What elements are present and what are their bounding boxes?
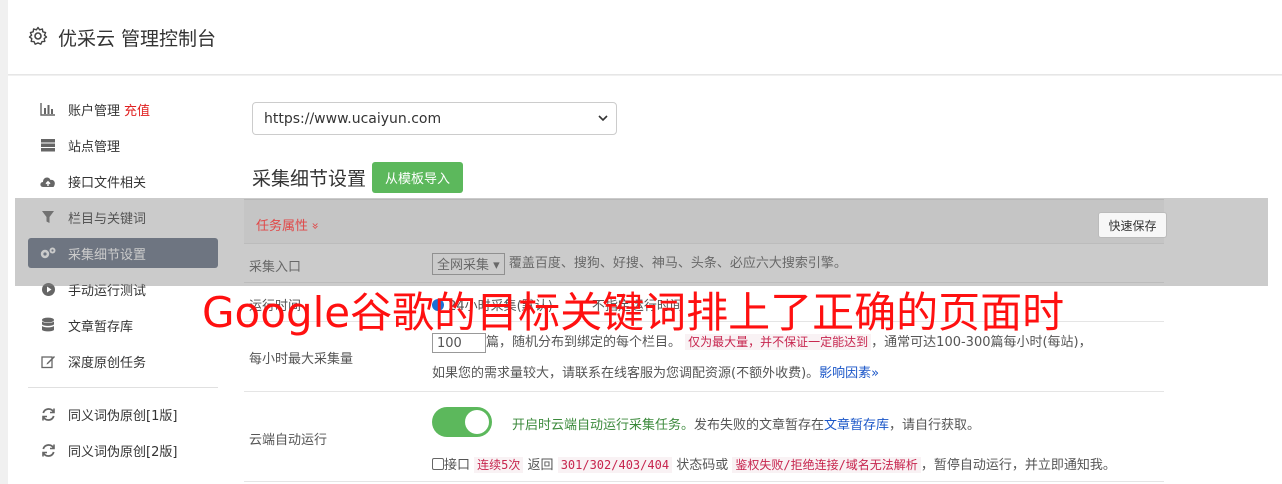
sidebar-item-label: 同义词伪原创[2版] — [68, 444, 178, 460]
sidebar-item-article-storage[interactable]: 文章暂存库 — [28, 310, 218, 340]
api-text-5: ，暂停自动运行，并立即通知我。 — [920, 458, 1116, 473]
import-template-button[interactable]: 从模板导入 — [372, 162, 464, 193]
chevron-down-icon — [598, 115, 608, 122]
page-title: 优采云 管理控制台 — [58, 28, 217, 50]
task-attr-header[interactable]: 任务属性 » — [256, 215, 323, 234]
cloud-run-green-text: 开启时云端自动运行采集任务。 — [512, 418, 695, 433]
overlay-banner-text: Google谷歌的目标关键词排上了正确的页面时 — [202, 288, 1065, 337]
main-panel: https://www.ucaiyun.com 采集细节设置 从模板导入 — [252, 102, 1172, 193]
bar-chart-icon — [39, 101, 57, 117]
refresh-icon — [39, 442, 57, 458]
api-code-3: 鉴权失败/拒绝连接/域名无法解析 — [732, 457, 921, 473]
server-icon — [39, 137, 57, 153]
api-text-3: 返回 — [527, 458, 554, 473]
edit-icon — [39, 353, 57, 369]
api-label: 接口 — [444, 458, 471, 473]
sidebar-item-label: 站点管理 — [68, 139, 121, 155]
gear-icon — [28, 26, 48, 45]
quick-save-button[interactable]: 快速保存 — [1098, 212, 1167, 238]
api-checkbox[interactable] — [432, 458, 444, 470]
section-title: 采集细节设置 — [252, 168, 367, 190]
sidebar-item-label: 深度原创任务 — [68, 355, 147, 371]
api-code-2: 301/302/403/404 — [557, 457, 673, 473]
sidebar-item-sites[interactable]: 站点管理 — [28, 130, 218, 160]
sidebar-item-label: 同义词伪原创[1版] — [68, 408, 178, 424]
sidebar-item-synonym-v1[interactable]: 同义词伪原创[1版] — [28, 399, 218, 429]
api-text-4: 状态码或 — [676, 458, 729, 473]
cloud-upload-icon — [39, 173, 57, 189]
recharge-link[interactable]: 充值 — [124, 100, 150, 119]
cloud-run-label: 云端自动运行 — [249, 433, 328, 448]
section-header: 采集细节设置 从模板导入 — [252, 162, 1172, 193]
sidebar-item-deep-original[interactable]: 深度原创任务 — [28, 346, 218, 376]
cloud-run-text2: ，请自行获取。 — [889, 418, 981, 433]
overlay-band — [15, 198, 1268, 286]
top-bar: 优采云 管理控制台 — [8, 0, 1282, 75]
sidebar-item-label: 账户管理 — [68, 103, 121, 119]
sidebar-item-label: 文章暂存库 — [68, 319, 134, 335]
database-icon — [39, 317, 57, 333]
api-code-1: 连续5次 — [474, 457, 524, 473]
sidebar-item-synonym-v2[interactable]: 同义词伪原创[2版] — [28, 435, 218, 465]
cloud-run-toggle[interactable] — [432, 407, 492, 437]
sidebar-item-interface-files[interactable]: 接口文件相关 — [28, 166, 218, 196]
site-select[interactable]: https://www.ucaiyun.com — [252, 102, 617, 135]
task-attr-label: 任务属性 — [256, 219, 309, 234]
site-select-value: https://www.ucaiyun.com — [264, 110, 442, 127]
article-storage-link[interactable]: 文章暂存库 — [824, 418, 889, 433]
cloud-run-row: 云端自动运行 开启时云端自动运行采集任务。发布失败的文章暂存在文章暂存库，请自行… — [244, 392, 1164, 482]
sidebar-item-label: 接口文件相关 — [68, 175, 147, 191]
max-per-hour-text3: 如果您的需求量较大，请联系在线客服为您调配资源(不额外收费)。 — [432, 366, 820, 381]
cloud-run-desc: 开启时云端自动运行采集任务。发布失败的文章暂存在文章暂存库，请自行获取。 — [512, 414, 980, 433]
cloud-run-text1: 发布失败的文章暂存在 — [694, 418, 825, 433]
sidebar-item-account[interactable]: 账户管理 充值 — [28, 94, 218, 124]
sidebar-divider — [28, 387, 218, 388]
cloud-run-api-line: 接口 连续5次 返回 301/302/403/404 状态码或 鉴权失败/拒绝连… — [432, 454, 1116, 473]
max-per-hour-label: 每小时最大采集量 — [249, 352, 354, 367]
chevron-down-icon: » — [308, 222, 323, 230]
toggle-knob — [465, 410, 489, 434]
refresh-icon — [39, 406, 57, 422]
influence-factors-link[interactable]: 影响因素» — [819, 366, 879, 381]
